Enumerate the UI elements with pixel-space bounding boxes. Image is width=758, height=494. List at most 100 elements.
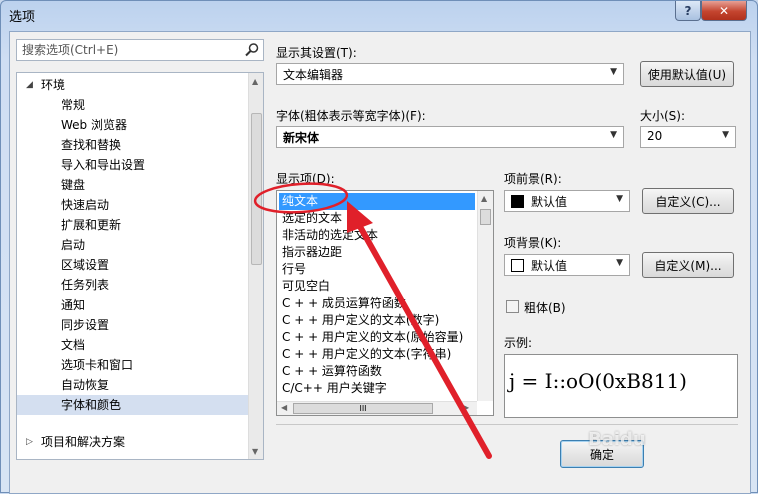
list-horizontal-scrollbar[interactable]: ◀ III ▶ [277, 401, 477, 415]
tree-item[interactable]: 自动恢复 [17, 375, 249, 395]
foreground-value: 默认值 [531, 195, 568, 209]
bold-checkbox[interactable] [506, 300, 519, 313]
tree-item[interactable]: 同步设置 [17, 315, 249, 335]
foreground-color-swatch [511, 195, 524, 208]
tree-item[interactable]: 文档 [17, 335, 249, 355]
background-value: 默认值 [531, 259, 568, 273]
tree-item[interactable]: Web 浏览器 [17, 115, 249, 135]
sample-text: j = I::oO(0xB811) [509, 369, 687, 393]
font-label: 字体(粗体表示等宽字体)(F): [276, 109, 426, 123]
tree-item-projects[interactable]: ▷ 项目和解决方案 [17, 435, 249, 449]
tree-item[interactable]: 快速启动 [17, 195, 249, 215]
tree-item-label: 自动恢复 [61, 378, 110, 392]
tree-item-label: Web 浏览器 [61, 118, 127, 132]
list-item[interactable]: 指示器边距 [279, 244, 475, 261]
display-settings-combo[interactable]: 文本编辑器 ▼ [276, 63, 624, 85]
list-item[interactable]: 纯文本 [279, 193, 475, 210]
list-item[interactable]: C + + 用户定义的文本(原始容量) [279, 329, 475, 346]
tree-item-label: 区域设置 [61, 258, 110, 272]
tree-item[interactable]: 启动 [17, 235, 249, 255]
scroll-left-icon[interactable]: ◀ [281, 403, 287, 412]
options-dialog: 选项 ? ✕ ◢ 环境 常规 Web 浏览器查找和替换导入和导出设置键盘快速启动扩… [0, 0, 758, 494]
list-item[interactable]: C + + 用户定义的文本(字符串) [279, 346, 475, 363]
close-icon: ✕ [718, 3, 730, 18]
dropdown-arrow-icon: ▼ [610, 67, 617, 77]
tree-item[interactable]: 选项卡和窗口 [17, 355, 249, 375]
foreground-custom-label: 自定义(C)... [655, 194, 721, 209]
bold-label: 粗体(B) [524, 301, 566, 315]
tree-item-label: 同步设置 [61, 318, 110, 332]
list-item[interactable]: C + + 成员运算符函数 [279, 295, 475, 312]
foreground-combo[interactable]: 默认值 ▼ [504, 190, 630, 212]
scroll-right-icon[interactable]: ▶ [463, 403, 469, 412]
search-box [16, 39, 264, 61]
scroll-down-icon[interactable]: ▼ [252, 447, 258, 456]
list-item[interactable]: 可见空白 [279, 278, 475, 295]
list-item[interactable]: C/C++ 用户关键字 [279, 380, 475, 397]
list-item[interactable]: 选定的文本 [279, 210, 475, 227]
tree-item[interactable]: 导入和导出设置 [17, 155, 249, 175]
scroll-grip: III [359, 404, 367, 413]
dropdown-arrow-icon: ▼ [722, 130, 729, 140]
dialog-body: ◢ 环境 常规 Web 浏览器查找和替换导入和导出设置键盘快速启动扩展和更新启动区… [9, 31, 751, 494]
display-settings-value: 文本编辑器 [283, 68, 344, 82]
help-icon: ? [684, 3, 692, 18]
foreground-custom-button[interactable]: 自定义(C)... [642, 188, 734, 214]
tree-item-label: 导入和导出设置 [61, 158, 146, 172]
background-combo[interactable]: 默认值 ▼ [504, 254, 630, 276]
use-defaults-button[interactable]: 使用默认值(U) [640, 61, 734, 87]
collapse-arrow-icon[interactable]: ◢ [26, 75, 33, 95]
tree-item-label: 文档 [61, 338, 86, 352]
title-bar: 选项 ? ✕ [1, 1, 758, 27]
search-input[interactable] [17, 40, 239, 60]
tree-item[interactable]: 任务列表 [17, 275, 249, 295]
size-combo[interactable]: 20 ▼ [640, 126, 736, 148]
size-value: 20 [647, 129, 663, 143]
sample-label: 示例: [504, 336, 533, 350]
dropdown-arrow-icon: ▼ [610, 130, 617, 140]
font-combo[interactable]: 新宋体 ▼ [276, 126, 624, 148]
tree-item-label: 字体和颜色 [61, 398, 122, 412]
tree-item-label: 键盘 [61, 178, 86, 192]
tree-item[interactable]: 常规 [17, 95, 249, 115]
font-value: 新宋体 [283, 131, 320, 145]
tree-item-label: 常规 [61, 98, 86, 112]
list-item[interactable]: 非活动的选定文本 [279, 227, 475, 244]
dropdown-arrow-icon: ▼ [616, 258, 623, 268]
list-item[interactable]: C + + 运算符函数 [279, 363, 475, 380]
scroll-up-icon[interactable]: ▲ [481, 194, 487, 203]
tree-scrollbar[interactable]: ▲ ▼ [248, 73, 263, 459]
background-custom-button[interactable]: 自定义(M)... [642, 252, 734, 278]
baidu-watermark: Baidu [588, 429, 646, 450]
foreground-label: 项前景(R): [504, 172, 562, 186]
tree-item[interactable]: 扩展和更新 [17, 215, 249, 235]
list-hscroll-thumb[interactable]: III [293, 403, 433, 414]
tree-item-label: 扩展和更新 [61, 218, 122, 232]
tree-item-label: 快速启动 [61, 198, 110, 212]
tree-item-label: 任务列表 [61, 278, 110, 292]
tree-item-environment[interactable]: ◢ 环境 [17, 75, 249, 95]
size-label: 大小(S): [640, 109, 686, 123]
search-icon[interactable] [244, 42, 260, 58]
list-scroll-thumb[interactable] [480, 209, 491, 225]
window-title: 选项 [9, 10, 36, 25]
tree-item-label: 通知 [61, 298, 86, 312]
list-item[interactable]: C + + 用户定义的文本(数字) [279, 312, 475, 329]
list-vertical-scrollbar[interactable]: ▲ [477, 191, 493, 401]
tree-item[interactable]: 查找和替换 [17, 135, 249, 155]
tree-item[interactable]: 区域设置 [17, 255, 249, 275]
display-items-list[interactable]: 纯文本 选定的文本 非活动的选定文本 指示器边距 行号 可见空白 C + + 成员运算符函数… [276, 190, 494, 416]
tree-item[interactable]: 键盘 [17, 175, 249, 195]
tree-item[interactable]: 字体和颜色 [17, 395, 249, 415]
expand-arrow-icon: ▷ [26, 437, 33, 447]
scroll-up-icon[interactable]: ▲ [252, 77, 258, 86]
list-item[interactable]: 行号 [279, 261, 475, 278]
tree-item[interactable]: 通知 [17, 295, 249, 315]
close-button[interactable]: ✕ [701, 1, 747, 21]
dropdown-arrow-icon: ▼ [616, 194, 623, 204]
sample-preview: j = I::oO(0xB811) [504, 354, 738, 418]
background-custom-label: 自定义(M)... [654, 258, 722, 273]
tree-scroll-thumb[interactable] [251, 113, 262, 265]
help-button[interactable]: ? [675, 1, 701, 21]
use-defaults-label: 使用默认值(U) [647, 67, 727, 82]
